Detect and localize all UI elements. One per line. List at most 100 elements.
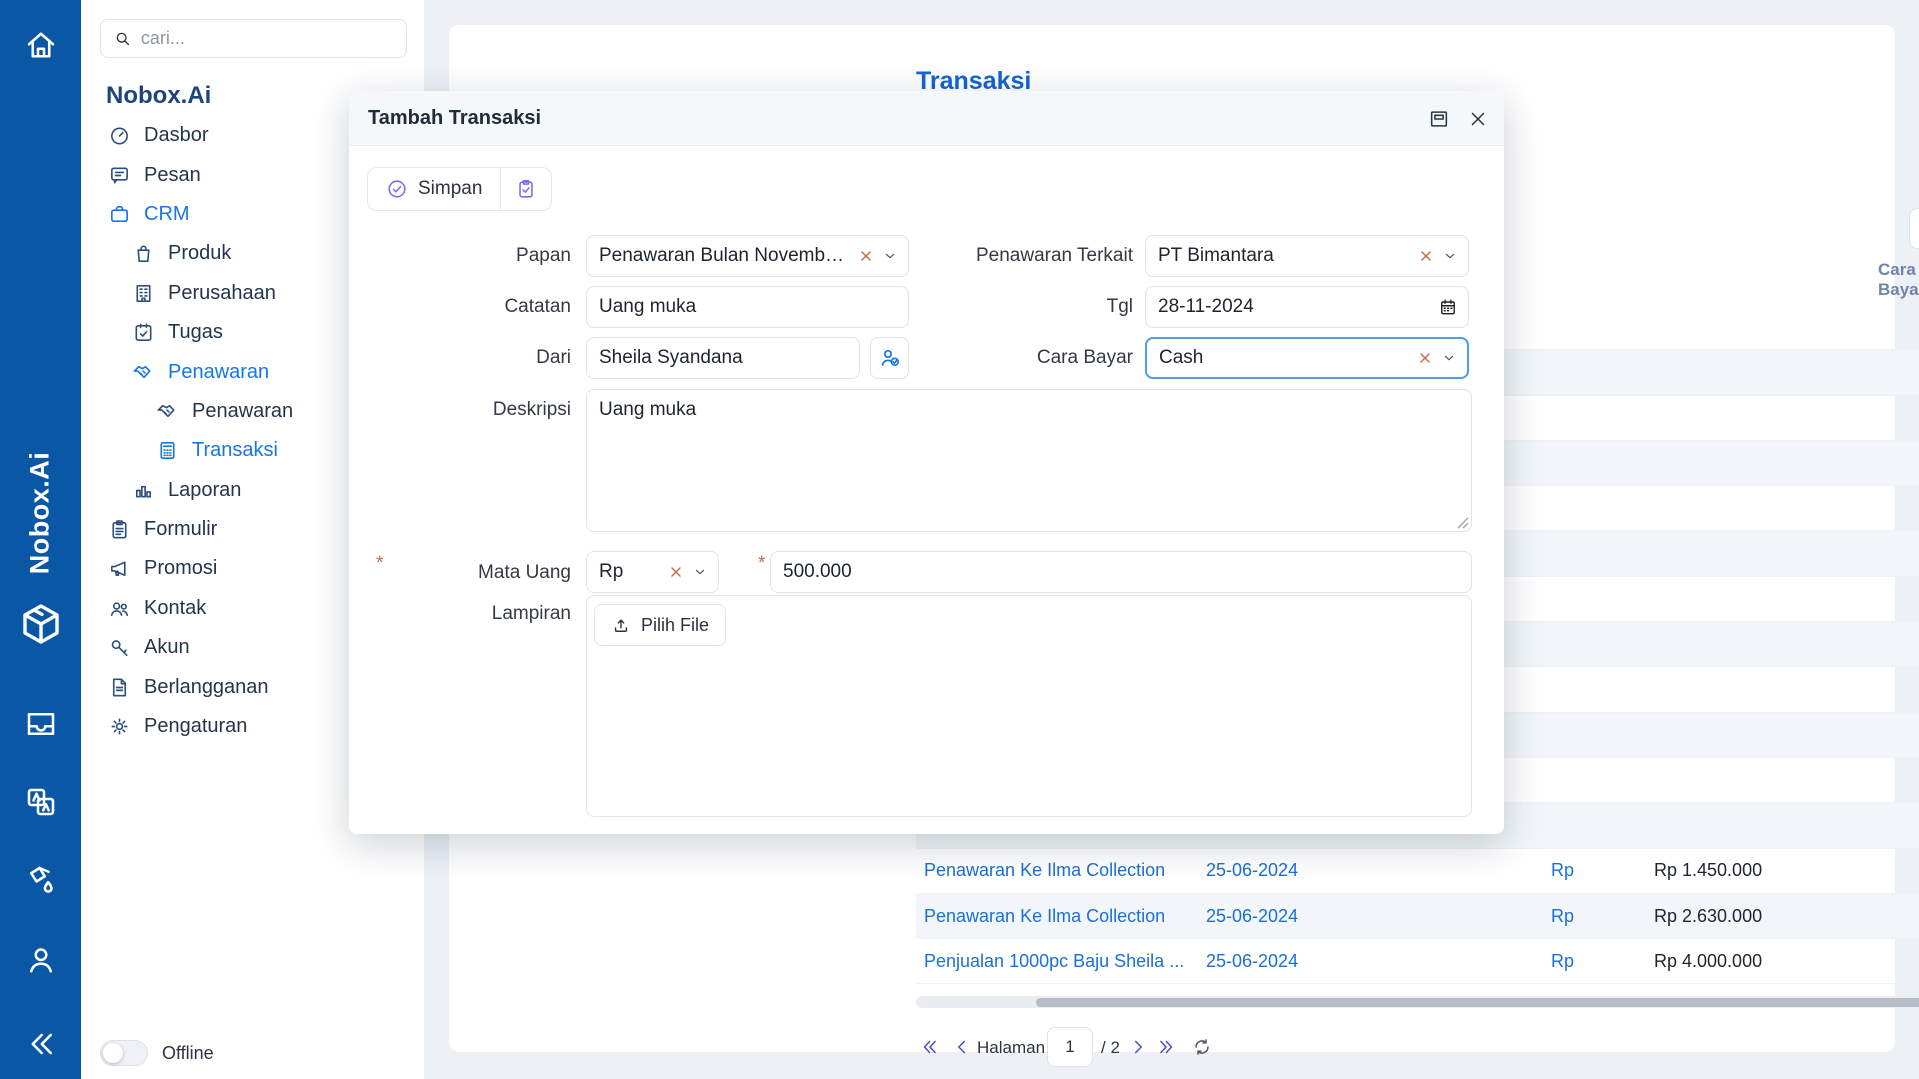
cara-bayar-select[interactable]: Cash: [1145, 337, 1469, 379]
cell-mata-uang: Rp: [1551, 906, 1574, 927]
refresh-icon[interactable]: [1191, 1036, 1213, 1058]
pilih-file-button[interactable]: Pilih File: [594, 604, 726, 646]
save-button[interactable]: Simpan: [368, 168, 500, 210]
search-icon: [113, 28, 132, 49]
icon-key: [108, 636, 131, 659]
icon-megaphone: [108, 557, 131, 580]
chevron-down-icon[interactable]: [882, 248, 898, 264]
lampiran-dropzone[interactable]: Pilih File: [586, 595, 1472, 817]
penawaran-terkait-label: Penawaran Terkait: [949, 245, 1133, 267]
sidebar-item-label: Perusahaan: [168, 282, 276, 305]
cell-papan[interactable]: Penawaran Ke Ilma Collection: [924, 906, 1165, 927]
date-filter-input[interactable]: [1909, 208, 1919, 249]
cell-mata-uang: Rp: [1551, 860, 1574, 881]
mata-uang-value: Rp: [599, 561, 660, 583]
papan-select[interactable]: Penawaran Bulan Novembe...: [586, 235, 909, 277]
profile-icon[interactable]: [23, 942, 59, 978]
pick-contact-button[interactable]: [870, 337, 909, 379]
cell-papan[interactable]: Penjualan 1000pc Baju Sheila ...: [924, 951, 1184, 972]
mata-uang-select[interactable]: Rp: [586, 551, 719, 593]
tgl-label: Tgl: [949, 296, 1133, 318]
vertical-brand: Nobox.Ai: [25, 452, 56, 575]
first-page-icon[interactable]: [919, 1036, 941, 1058]
icon-gear: [108, 715, 131, 738]
offline-toggle[interactable]: [100, 1040, 148, 1066]
clear-icon[interactable]: [1418, 248, 1434, 264]
clear-icon[interactable]: [1417, 350, 1433, 366]
save-template-button[interactable]: [500, 168, 551, 210]
home-icon[interactable]: [23, 27, 59, 63]
inbox-icon[interactable]: [23, 706, 59, 742]
required-asterisk: *: [376, 553, 383, 575]
dari-input[interactable]: [586, 337, 860, 379]
last-page-icon[interactable]: [1155, 1036, 1177, 1058]
toggle-knob: [103, 1043, 123, 1063]
tgl-input[interactable]: 28-11-2024: [1145, 286, 1469, 328]
sidebar-search[interactable]: [100, 19, 407, 58]
penawaran-terkait-select[interactable]: PT Bimantara: [1145, 235, 1469, 277]
search-input[interactable]: [141, 28, 394, 49]
pilih-file-label: Pilih File: [641, 615, 709, 636]
sidebar-item-label: Akun: [144, 636, 190, 659]
chevron-down-icon[interactable]: [1442, 248, 1458, 264]
sidebar-item-label: Pesan: [144, 164, 201, 187]
cell-tgl: 25-06-2024: [1206, 906, 1298, 927]
offline-control: Offline: [100, 1040, 214, 1066]
nilai-input[interactable]: [770, 551, 1472, 593]
save-button-group: Simpan: [367, 167, 552, 211]
brand-title: Nobox.Ai: [106, 82, 211, 110]
icon-people: [108, 597, 131, 620]
person-check-icon: [878, 346, 902, 370]
sidebar-item-label: Berlangganan: [144, 676, 269, 699]
ink-drop-icon[interactable]: [23, 862, 59, 898]
catatan-label: Catatan: [409, 296, 571, 318]
cara-bayar-label: Cara Bayar: [949, 347, 1133, 369]
icon-calculator: [156, 439, 179, 462]
box-logo-icon: [17, 600, 65, 648]
check-circle-icon: [386, 178, 408, 200]
sidebar-item-label: Laporan: [168, 479, 241, 502]
sidebar-item-label: Tugas: [168, 321, 223, 344]
icon-chart: [132, 479, 155, 502]
next-page-icon[interactable]: [1127, 1036, 1149, 1058]
clear-icon[interactable]: [668, 564, 684, 580]
chevron-down-icon[interactable]: [1441, 350, 1457, 366]
sidebar-item-label: Produk: [168, 242, 231, 265]
page-number-input[interactable]: [1047, 1027, 1093, 1067]
table-row[interactable]: Penjualan 1000pc Baju Sheila ... 25-06-2…: [916, 939, 1919, 984]
cell-papan[interactable]: Penawaran Ke Ilma Collection: [924, 860, 1165, 881]
prev-page-icon[interactable]: [951, 1036, 973, 1058]
icon-clipboard: [108, 518, 131, 541]
icon-bag: [132, 242, 155, 265]
sidebar-item-label: Formulir: [144, 518, 217, 541]
table-row[interactable]: Penawaran Ke Ilma Collection 25-06-2024 …: [916, 894, 1919, 939]
modal-title: Tambah Transaksi: [368, 107, 541, 130]
cell-nilai: Rp 2.630.000: [1654, 906, 1762, 927]
translate-icon[interactable]: [23, 784, 59, 820]
icon-handshake: [132, 361, 155, 384]
calendar-icon[interactable]: [1438, 297, 1458, 317]
window-expand-icon[interactable]: [1428, 108, 1450, 130]
table-row[interactable]: Penawaran Ke Ilma Collection 25-06-2024 …: [916, 849, 1919, 894]
column-header-cara-bayar[interactable]: Cara Bayar: [1878, 263, 1919, 297]
catatan-input[interactable]: [586, 286, 909, 328]
chevron-down-icon[interactable]: [692, 564, 708, 580]
close-icon[interactable]: [1467, 108, 1489, 130]
resize-handle[interactable]: [1457, 517, 1469, 529]
deskripsi-textarea[interactable]: Uang muka: [586, 389, 1472, 532]
collapse-sidebar-icon[interactable]: [23, 1026, 59, 1062]
horizontal-scrollbar[interactable]: [916, 996, 1919, 1008]
sidebar-item-label: Kontak: [144, 597, 206, 620]
icon-message: [108, 164, 131, 187]
sidebar-item-label: CRM: [144, 203, 190, 226]
clear-icon[interactable]: [858, 248, 874, 264]
deskripsi-label: Deskripsi: [409, 399, 571, 421]
required-asterisk: *: [758, 553, 765, 575]
save-button-label: Simpan: [418, 178, 482, 200]
upload-icon: [611, 615, 631, 635]
icon-building: [132, 282, 155, 305]
horizontal-scrollbar-thumb[interactable]: [1036, 998, 1919, 1007]
sidebar-item-label: Penawaran: [192, 400, 293, 423]
cell-tgl: 25-06-2024: [1206, 860, 1298, 881]
icon-task: [132, 321, 155, 344]
